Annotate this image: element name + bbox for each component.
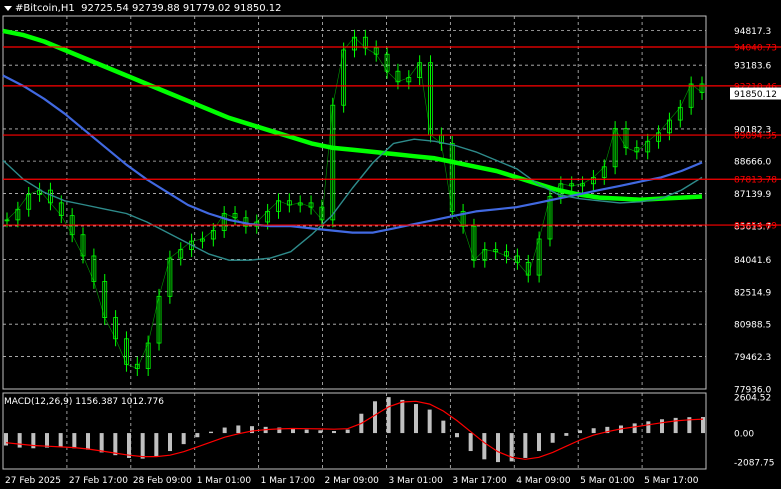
main-frame	[2, 15, 707, 390]
macd-bar	[45, 433, 49, 448]
level-label: 87813.78	[734, 176, 777, 186]
y-tick-label: 79462.3	[734, 353, 771, 363]
macd-bar	[236, 425, 241, 434]
macd-bar	[250, 426, 254, 434]
macd-bar	[673, 417, 678, 434]
macd-bar	[427, 409, 432, 434]
macd-bar	[455, 433, 459, 438]
macd-bar	[591, 428, 596, 434]
dropdown-arrow-icon[interactable]	[4, 5, 12, 11]
symbol-label: #Bitcoin,H1	[15, 3, 75, 14]
current-price-label: 91850.12	[734, 90, 777, 100]
macd-bar	[86, 433, 90, 450]
level-label: 89894.35	[734, 132, 777, 142]
y-tick-label: 94817.3	[734, 27, 771, 37]
macd-y-tick-label: 0.00	[734, 430, 754, 440]
macd-bar	[99, 433, 104, 453]
x-tick-label: 3 Mar 17:00	[452, 476, 507, 486]
macd-signal-line	[5, 400, 704, 460]
x-tick-label: 28 Feb 09:00	[133, 476, 192, 486]
macd-bar	[154, 433, 159, 457]
x-tick-label: 4 Mar 09:00	[516, 476, 571, 486]
x-tick-label: 5 Mar 01:00	[580, 476, 635, 486]
macd-bar	[113, 433, 118, 456]
macd-y-tick-label: 2604.52	[734, 394, 771, 404]
macd-bar	[537, 433, 541, 452]
macd-bar	[318, 430, 323, 434]
macd-bar	[168, 433, 172, 452]
chart-header: #Bitcoin,H1 92725.54 92739.88 91779.02 9…	[4, 3, 282, 14]
macd-bar	[564, 433, 569, 436]
ohlc-values: 92725.54 92739.88 91779.02 91850.12	[81, 3, 282, 14]
macd-bar	[58, 433, 63, 447]
macd-bar	[72, 433, 77, 449]
chart-canvas[interactable]: 94817.393183.691850.1290182.388666.08713…	[0, 0, 781, 489]
y-tick-label: 80988.5	[734, 321, 771, 331]
macd-bar	[523, 433, 528, 458]
macd-bar	[345, 429, 350, 434]
x-tick-label: 5 Mar 17:00	[644, 476, 699, 486]
macd-bar	[373, 401, 377, 434]
macd-bar	[386, 397, 391, 434]
y-tick-label: 88666.0	[734, 158, 771, 168]
macd-bar	[400, 399, 405, 434]
macd-bar	[304, 429, 309, 434]
macd-bar	[468, 433, 473, 452]
y-tick-label: 87139.9	[734, 190, 771, 200]
price-path	[6, 36, 703, 369]
macd-bar	[660, 419, 664, 434]
macd-bar	[127, 433, 131, 458]
x-tick-label: 3 Mar 01:00	[388, 476, 443, 486]
level-label: 85654.69	[734, 222, 777, 232]
macd-bar	[482, 433, 487, 460]
macd-bar	[332, 431, 336, 434]
y-tick-label: 93183.6	[734, 62, 771, 72]
macd-bar	[632, 423, 637, 434]
x-tick-label: 2 Mar 09:00	[325, 476, 380, 486]
macd-bar	[195, 433, 200, 438]
macd-bar	[414, 404, 418, 434]
macd-bar	[140, 433, 145, 459]
y-tick-label: 82514.9	[734, 288, 771, 298]
macd-bar	[646, 421, 651, 434]
x-tick-label: 1 Mar 01:00	[197, 476, 252, 486]
macd-bar	[441, 420, 446, 434]
macd-bar	[4, 433, 8, 446]
y-tick-label: 84041.6	[734, 256, 771, 266]
x-tick-label: 27 Feb 17:00	[69, 476, 128, 486]
macd-bar	[17, 433, 22, 448]
macd-title: MACD(12,26,9) 1156.387 1012.776	[4, 397, 164, 407]
ma-slow-line	[2, 28, 703, 202]
macd-bar	[496, 433, 500, 463]
macd-bar	[209, 431, 213, 434]
macd-bar	[222, 427, 227, 434]
x-tick-label: 27 Feb 2025	[5, 476, 61, 486]
macd-bar	[181, 433, 186, 445]
macd-bar	[550, 433, 555, 443]
x-tick-label: 1 Mar 17:00	[261, 476, 316, 486]
macd-y-tick-label: -2087.75	[734, 458, 774, 468]
ma-fast-line	[2, 138, 703, 261]
macd-bar	[578, 430, 582, 434]
level-label: 94040.73	[734, 43, 777, 53]
